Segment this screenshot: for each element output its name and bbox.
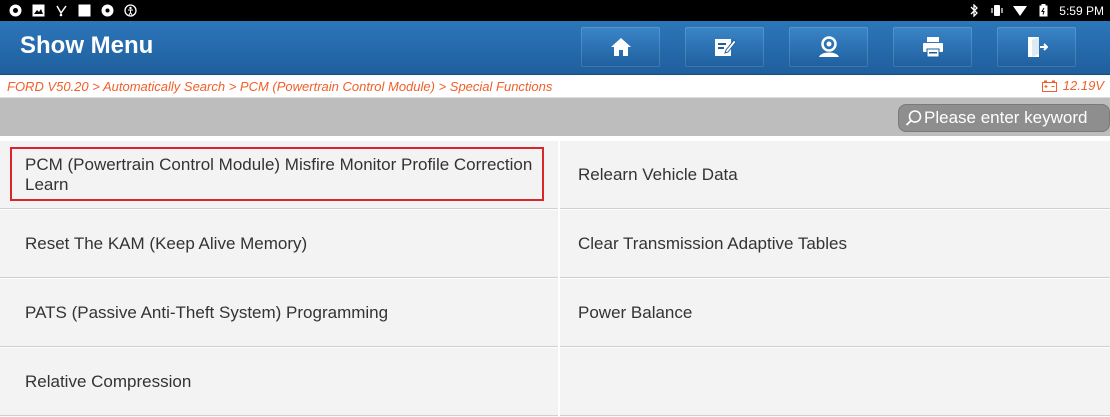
- function-item-misfire-monitor[interactable]: PCM (Powertrain Control Module) Misfire …: [0, 141, 558, 209]
- print-button[interactable]: [893, 27, 972, 67]
- breadcrumb-path: FORD V50.20 > Automatically Search > PCM…: [7, 79, 553, 94]
- voltage-value: 12.19V: [1062, 78, 1104, 93]
- vibrate-icon: [990, 4, 1004, 18]
- user-button[interactable]: [789, 27, 868, 67]
- car-battery-icon: [1041, 80, 1057, 92]
- search-input[interactable]: Please enter keyword: [898, 104, 1110, 132]
- square-notification-icon: [77, 4, 91, 18]
- usb-debug-icon: [54, 4, 68, 18]
- function-label: Clear Transmission Adaptive Tables: [578, 233, 847, 253]
- function-label: Reset The KAM (Keep Alive Memory): [25, 233, 308, 253]
- search-bar: Please enter keyword: [0, 98, 1110, 136]
- function-item-reset-kam[interactable]: Reset The KAM (Keep Alive Memory): [0, 210, 558, 278]
- function-label: PATS (Passive Anti-Theft System) Program…: [25, 302, 389, 322]
- page-title: Show Menu: [20, 32, 154, 59]
- function-row: PATS (Passive Anti-Theft System) Program…: [0, 279, 1110, 348]
- clock: 5:59 PM: [1059, 3, 1104, 18]
- function-label: Relearn Vehicle Data: [578, 164, 738, 184]
- home-icon: [610, 38, 631, 56]
- report-button[interactable]: [685, 27, 764, 67]
- breadcrumb: FORD V50.20 > Automatically Search > PCM…: [0, 75, 1110, 98]
- home-button[interactable]: [581, 27, 660, 67]
- battery-voltage: 12.19V: [1041, 78, 1104, 93]
- function-label: Power Balance: [578, 302, 693, 322]
- edit-report-icon: [714, 39, 736, 56]
- exit-button[interactable]: [997, 27, 1076, 67]
- function-item-clear-transmission-tables[interactable]: Clear Transmission Adaptive Tables: [560, 210, 1110, 278]
- function-item-pats-programming[interactable]: PATS (Passive Anti-Theft System) Program…: [0, 279, 558, 347]
- status-bar: 5:59 PM: [0, 0, 1110, 21]
- system-status-icons: 5:59 PM: [967, 0, 1104, 21]
- app-notification-icon: [8, 4, 22, 18]
- search-placeholder: Please enter keyword: [924, 108, 1088, 127]
- function-row: PCM (Powertrain Control Module) Misfire …: [0, 141, 1110, 210]
- function-label: PCM (Powertrain Control Module) Misfire …: [25, 154, 533, 194]
- function-label: Relative Compression: [25, 371, 192, 391]
- image-notification-icon: [31, 4, 45, 18]
- title-bar: Show Menu: [0, 21, 1110, 75]
- function-item-relearn-vehicle-data[interactable]: Relearn Vehicle Data: [560, 141, 1110, 209]
- bluetooth-icon: [967, 4, 981, 18]
- notification-icons: [8, 3, 137, 18]
- function-row: Reset The KAM (Keep Alive Memory) Clear …: [0, 210, 1110, 279]
- print-icon: [922, 37, 943, 58]
- user-profile-icon: [818, 36, 839, 57]
- empty-cell: [560, 348, 1110, 416]
- function-item-power-balance[interactable]: Power Balance: [560, 279, 1110, 347]
- exit-icon: [1027, 37, 1048, 57]
- special-functions-grid: PCM (Powertrain Control Module) Misfire …: [0, 141, 1110, 417]
- shield-notification-icon: [100, 4, 114, 18]
- battery-icon: [1036, 4, 1050, 18]
- function-item-relative-compression[interactable]: Relative Compression: [0, 348, 558, 416]
- accessibility-icon: [123, 4, 137, 18]
- search-icon: [905, 110, 922, 126]
- wifi-icon: [1013, 4, 1028, 18]
- function-row: Relative Compression: [0, 348, 1110, 417]
